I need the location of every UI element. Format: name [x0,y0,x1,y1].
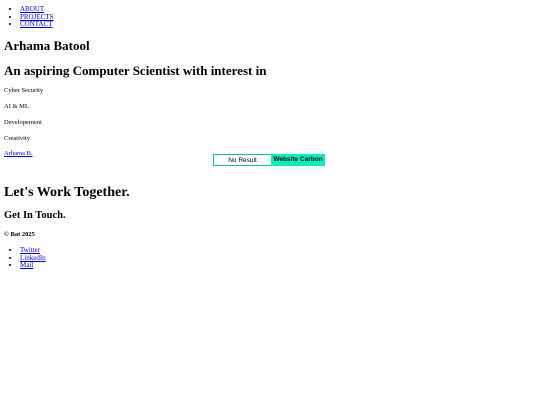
website-carbon-link[interactable]: Website Carbon [271,154,325,166]
copyright-text: © Bat 2025 [4,231,35,238]
carbon-result-text: No Result [213,154,271,166]
page: ABOUT PROJECTS CONTACT Arhama Batool An … [0,0,540,405]
nav-item-about: ABOUT [20,5,540,14]
top-nav: ABOUT PROJECTS CONTACT [0,0,540,29]
interest-ai-ml: AI & ML [4,102,29,110]
nav-link-contact[interactable]: CONTACT [20,20,53,28]
interest-creativity: Creativity [4,134,30,142]
interest-cyber-security: Cyber Security [4,86,44,94]
contact-subheading: Get In Touch. [4,210,66,221]
page-title: Arhama Batool [4,37,90,53]
headline: An aspiring Computer Scientist with inte… [4,62,267,78]
author-link[interactable]: Arhama B. [4,150,33,157]
website-carbon-badge: No Result Website Carbon [213,154,325,166]
nav-item-contact: CONTACT [20,20,540,29]
mail-link[interactable]: Mail [20,261,33,269]
social-links: Twitter LinkedIn Mail [0,246,46,270]
contact-heading: Let's Work Together. [4,185,130,200]
interest-development: Developement [4,118,42,126]
nav-item-projects: PROJECTS [20,13,540,22]
social-item-mail: Mail [20,261,46,270]
